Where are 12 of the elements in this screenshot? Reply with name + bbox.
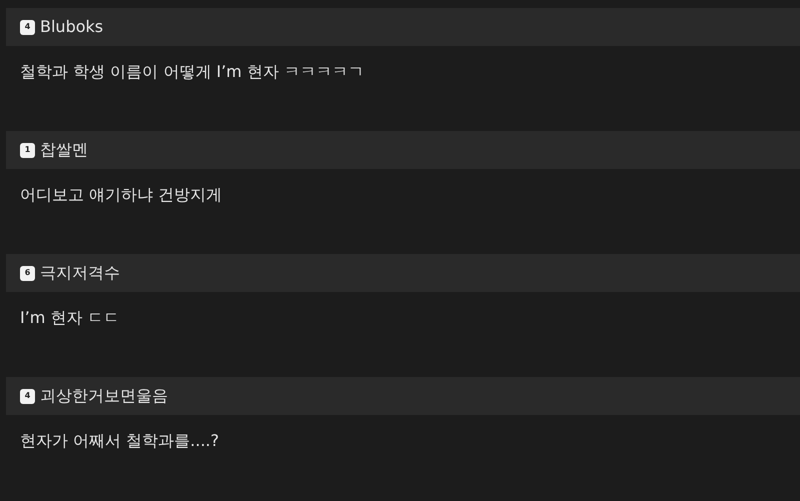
author-name[interactable]: 괴상한거보면울음 [40, 384, 168, 408]
level-badge: 4 [20, 388, 35, 404]
comment-text: 현자가 어째서 철학과를....? [20, 431, 220, 450]
author-name[interactable]: 극지저격수 [40, 261, 120, 285]
author-name[interactable]: 찹쌀멘 [40, 138, 88, 162]
level-badge: 4 [20, 20, 35, 34]
level-badge: 6 [20, 266, 35, 280]
comment-text: 철학과 학생 이름이 어떻게 I’m 현자 ㅋㅋㅋㅋㄱ [20, 62, 364, 81]
comment-text: I’m 현자 ㄷㄷ [20, 308, 120, 327]
level-badge: 1 [20, 142, 35, 158]
comment-text: 어디보고 얘기하냐 건방지게 [20, 185, 222, 204]
author-name[interactable]: Bluboks [40, 15, 104, 39]
